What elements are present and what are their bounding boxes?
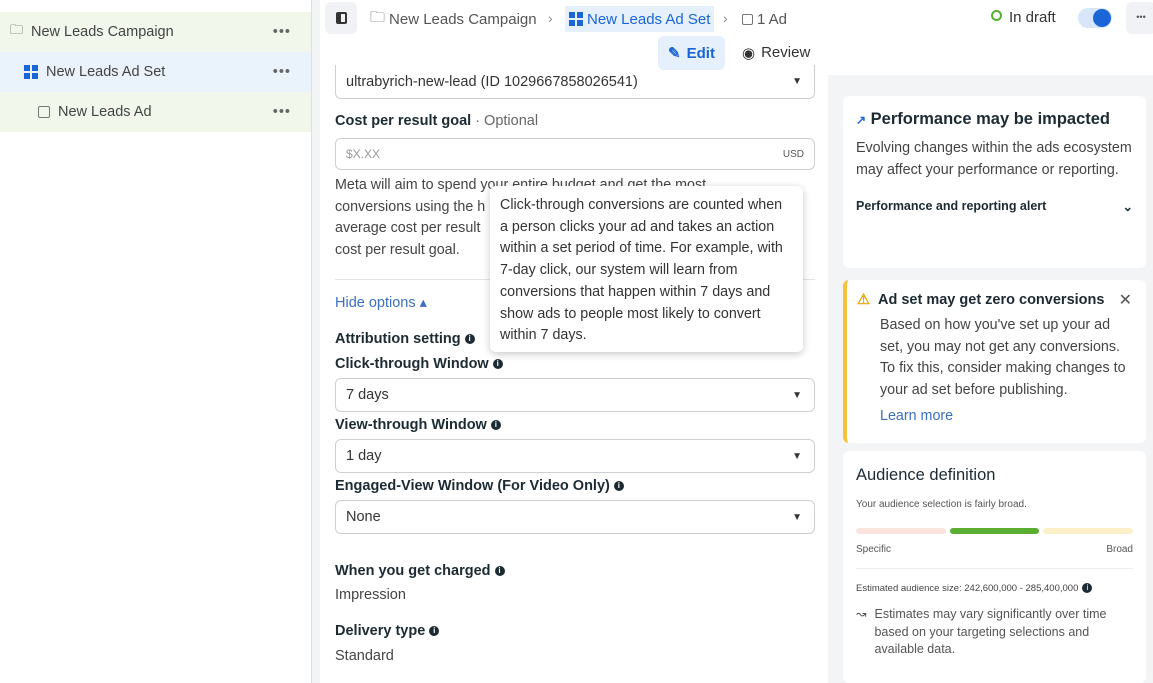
more-icon[interactable]: ••• [273,24,291,40]
select-value: ultrabyrich-new-lead (ID 102966785802654… [346,73,638,90]
pixel-select[interactable]: ultrabyrich-new-lead (ID 102966785802654… [335,65,815,99]
engaged-window-label: Engaged-View Window (For Video Only) i [335,478,624,494]
performance-card: ↗ Performance may be impacted Evolving c… [843,96,1146,268]
audience-title: Audience definition [856,466,996,484]
caret-down-icon: ▼ [792,76,802,87]
caret-down-icon: ▼ [792,511,802,523]
currency-label: USD [782,148,804,160]
delivery-label: Delivery type i [335,623,440,639]
info-icon[interactable]: i [613,481,624,492]
performance-body: Evolving changes within the ads ecosyste… [856,140,1132,178]
trend-icon: ↝ [856,607,867,621]
broad-label: Broad [1106,544,1133,555]
warning-body: Based on how you've set up your ad set, … [880,317,1126,399]
cost-goal-label: Cost per result goal · Optional [335,113,539,129]
ad-icon [38,106,50,118]
info-icon[interactable]: i [1082,583,1093,594]
chevron-down-icon: ⌄ [1122,200,1133,215]
info-icon[interactable]: i [494,566,505,577]
click-window-label: Click-through Window i [335,356,503,372]
trend-icon: ↗ [856,113,867,127]
more-icon[interactable]: ••• [273,104,291,120]
sidebar-item-label: New Leads Ad [58,104,152,120]
estimate-note: ↝ Estimates may vary significantly over t… [856,606,1133,659]
audience-card: Audience definition Your audience select… [843,451,1146,683]
warning-card: ⚠ Ad set may get zero conversions ✕ Based… [843,280,1146,443]
info-icon[interactable]: i [429,626,440,637]
eye-icon: ◉ [742,45,756,62]
ad-set-form: ultrabyrich-new-lead (ID 102966785802654… [320,65,828,683]
sidebar-item-label: New Leads Ad Set [46,64,166,80]
more-button[interactable]: ••• [1126,2,1153,34]
caret-down-icon: ▼ [792,389,802,401]
chevron-right-icon: › [723,10,728,26]
crumb-label: New Leads Campaign [389,10,537,28]
tooltip: Click-through conversions are counted wh… [490,186,803,352]
pencil-icon: ✎ [668,45,681,62]
audience-size: Estimated audience size: 242,600,000 - 2… [856,583,1133,594]
warning-title: ⚠ Ad set may get zero conversions [857,292,1105,308]
audience-subtitle: Your audience selection is fairly broad. [856,499,1027,510]
learn-more-link[interactable]: Learn more [880,408,1133,424]
status-text: In draft [1009,9,1056,26]
attribution-label: Attribution setting i [335,331,475,347]
close-icon[interactable]: ✕ [1119,290,1132,310]
audience-meter [856,528,1134,534]
sidebar-item-ad[interactable]: New Leads Ad ••• [0,92,311,132]
info-icon[interactable]: i [492,359,503,370]
review-tab[interactable]: ◉ Review [742,44,810,62]
breadcrumb-ad[interactable]: 1 Ad [742,6,787,32]
select-value: 1 day [346,448,382,464]
chevron-right-icon: › [548,10,553,26]
sidebar: 🗀 New Leads Campaign ••• New Leads Ad Se… [0,0,312,683]
grid-icon [24,65,38,79]
draft-status-icon [991,10,1002,21]
panel-icon [335,12,347,24]
folder-icon: 🗀 [10,22,24,37]
performance-title: ↗ Performance may be impacted [856,110,1111,128]
edit-label: Edit [686,44,715,62]
breadcrumb-adset[interactable]: New Leads Ad Set [565,6,715,32]
select-value: None [346,509,381,525]
specific-label: Specific [856,544,892,555]
charged-label: When you get charged i [335,563,505,579]
delivery-value: Standard [335,648,394,664]
folder-icon: 🗀 [370,8,386,26]
performance-alert-toggle[interactable]: Performance and reporting alert ⌄ [856,199,1133,214]
ad-icon [742,13,753,25]
info-icon[interactable]: i [490,420,501,431]
hide-options-link[interactable]: Hide options ▴ [335,295,427,311]
warning-icon: ⚠ [857,292,870,308]
placeholder: $X.XX [346,147,381,161]
cost-goal-input[interactable]: $X.XX USD [335,138,815,170]
engaged-window-select[interactable]: None ▼ [335,500,815,534]
review-label: Review [761,44,811,61]
view-window-select[interactable]: 1 day ▼ [335,439,815,473]
sidebar-item-label: New Leads Campaign [31,24,174,40]
sidebar-item-campaign[interactable]: 🗀 New Leads Campaign ••• [0,12,311,52]
select-value: 7 days [346,387,389,403]
breadcrumb-campaign[interactable]: 🗀 New Leads Campaign [370,6,537,32]
info-icon: i [464,334,475,345]
publish-toggle[interactable] [1078,8,1112,28]
crumb-label: 1 Ad [757,10,788,28]
crumb-label: New Leads Ad Set [587,10,711,28]
charged-value: Impression [335,587,406,603]
top-bar: 🗀 New Leads Campaign › New Leads Ad Set ›… [320,0,1153,75]
caret-down-icon: ▼ [792,450,802,462]
sidebar-item-adset[interactable]: New Leads Ad Set ••• [0,52,311,92]
sidebar-toggle-button[interactable] [325,2,357,34]
grid-icon [569,12,583,26]
view-window-label: View-through Window i [335,417,501,433]
more-icon[interactable]: ••• [273,64,291,80]
click-window-select[interactable]: 7 days ▼ [335,378,815,412]
